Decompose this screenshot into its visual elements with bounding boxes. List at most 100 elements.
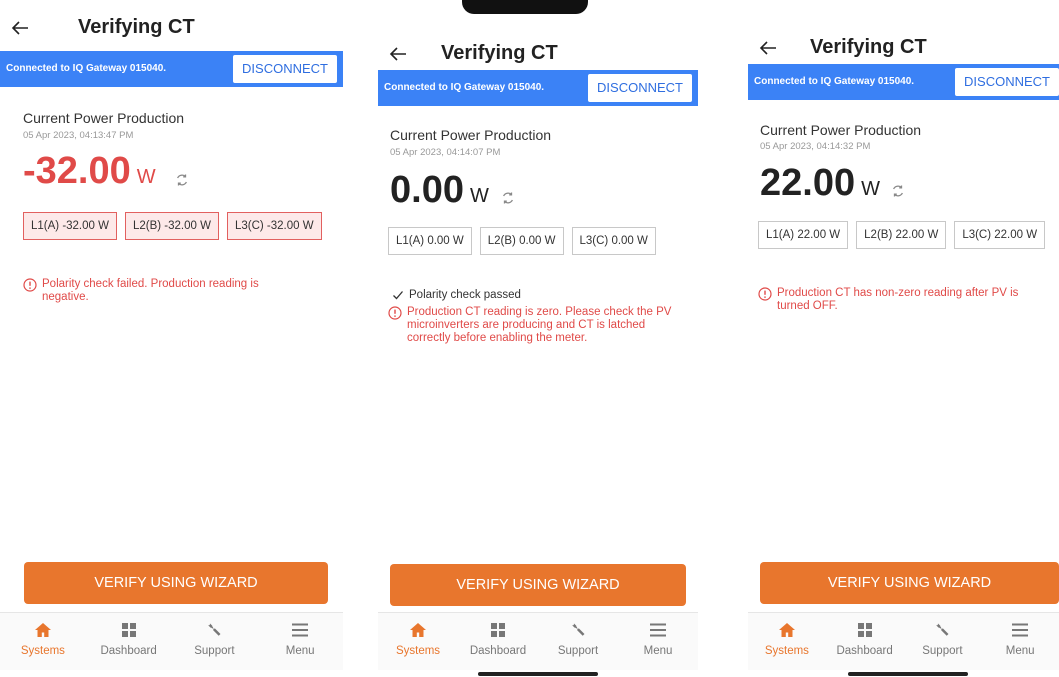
disconnect-button[interactable]: DISCONNECT [955, 68, 1059, 96]
page-title: Verifying CT [78, 16, 195, 38]
tab-menu-label: Menu [285, 645, 315, 657]
phase-l3-reading: L3(C) 0.00 W [571, 227, 656, 255]
wrench-icon [204, 621, 224, 639]
phase-l3-reading: L3(C) 22.00 W [954, 221, 1046, 249]
tab-dashboard[interactable]: Dashboard [86, 613, 172, 670]
menu-icon [290, 621, 310, 639]
phase-l2-reading: L2(B) -32.00 W [124, 212, 219, 240]
tab-menu[interactable]: Menu [618, 613, 698, 670]
production-label: Current Power Production [23, 110, 185, 126]
tab-systems[interactable]: Systems [0, 613, 86, 670]
production-timestamp: 05 Apr 2023, 04:14:07 PM [390, 147, 501, 158]
tab-dashboard-label: Dashboard [469, 645, 527, 657]
tab-support[interactable]: Support [904, 613, 982, 670]
tab-dashboard[interactable]: Dashboard [458, 613, 538, 670]
top-bar: Verifying CT [0, 8, 343, 48]
warning-icon [23, 278, 37, 292]
tab-support[interactable]: Support [538, 613, 618, 670]
back-arrow-icon[interactable] [386, 42, 410, 66]
connection-status-text: Connected to IQ Gateway 015040. [6, 63, 167, 74]
tab-dashboard-label: Dashboard [836, 645, 893, 657]
power-reading: 0.00 W [390, 169, 489, 213]
dashboard-icon [488, 621, 508, 639]
power-unit: W [861, 178, 880, 200]
warning-icon [388, 306, 402, 320]
home-icon [408, 621, 428, 639]
home-indicator [848, 672, 968, 676]
refresh-icon[interactable] [500, 190, 516, 206]
error-message-text: Production CT reading is zero. Please ch… [407, 306, 672, 344]
tab-systems-label: Systems [20, 645, 65, 657]
phase-l2-reading: L2(B) 0.00 W [479, 227, 564, 255]
tab-systems[interactable]: Systems [748, 613, 826, 670]
connection-banner: Connected to IQ Gateway 015040. DISCONNE… [0, 51, 343, 87]
tab-support-label: Support [557, 645, 599, 657]
menu-icon [1010, 621, 1030, 639]
verify-wizard-button[interactable]: VERIFY USING WIZARD [24, 562, 328, 604]
warning-icon [758, 287, 772, 301]
error-message-text: Production CT has non-zero reading after… [777, 287, 1019, 312]
phase-readings: L1(A) 0.00 W L2(B) 0.00 W L3(C) 0.00 W [388, 227, 656, 255]
power-value: 22.00 [760, 162, 856, 204]
tab-support[interactable]: Support [172, 613, 258, 670]
tab-menu[interactable]: Menu [257, 613, 343, 670]
tab-menu[interactable]: Menu [981, 613, 1059, 670]
connection-status-text: Connected to IQ Gateway 015040. [754, 76, 915, 87]
tab-systems[interactable]: Systems [378, 613, 458, 670]
screen-3: Verifying CT Connected to IQ Gateway 015… [748, 0, 1059, 677]
home-icon [777, 621, 797, 639]
home-icon [33, 621, 53, 639]
dashboard-icon [119, 621, 139, 639]
menu-icon [648, 621, 668, 639]
screen-1: Verifying CT Connected to IQ Gateway 015… [0, 0, 343, 677]
error-message: Production CT reading is zero. Please ch… [388, 306, 688, 345]
power-reading: 22.00 W [760, 162, 880, 206]
phase-l1-reading: L1(A) 0.00 W [388, 227, 472, 255]
production-timestamp: 05 Apr 2023, 04:14:32 PM [760, 141, 871, 152]
power-unit: W [469, 185, 489, 207]
phase-l3-reading: L3(C) -32.00 W [226, 212, 322, 240]
dashboard-icon [855, 621, 875, 639]
page-title: Verifying CT [441, 42, 558, 64]
connection-status-text: Connected to IQ Gateway 015040. [384, 82, 545, 93]
page-title: Verifying CT [810, 36, 927, 58]
connection-banner: Connected to IQ Gateway 015040. DISCONNE… [748, 64, 1059, 100]
tab-support-label: Support [194, 645, 235, 657]
top-bar: Verifying CT [748, 28, 1059, 68]
disconnect-button[interactable]: DISCONNECT [233, 55, 337, 83]
back-arrow-icon[interactable] [8, 16, 32, 40]
checkmark-icon [392, 289, 404, 301]
back-arrow-icon[interactable] [756, 36, 780, 60]
phase-l2-reading: L2(B) 22.00 W [856, 221, 947, 249]
tab-dashboard[interactable]: Dashboard [826, 613, 904, 670]
production-label: Current Power Production [760, 122, 922, 138]
power-value: 0.00 [390, 169, 464, 211]
tab-menu-label: Menu [643, 645, 673, 657]
tab-support-label: Support [922, 645, 963, 657]
power-unit: W [136, 166, 156, 188]
error-message-text: Polarity check failed. Production readin… [42, 278, 259, 303]
error-message: Polarity check failed. Production readin… [23, 278, 283, 304]
power-reading: -32.00 W [23, 150, 156, 194]
verify-wizard-button[interactable]: VERIFY USING WIZARD [760, 562, 1059, 604]
power-value: -32.00 [23, 150, 131, 192]
refresh-icon[interactable] [890, 183, 906, 199]
phase-l1-reading: L1(A) -32.00 W [23, 212, 117, 240]
disconnect-button[interactable]: DISCONNECT [588, 74, 692, 102]
phase-readings: L1(A) 22.00 W L2(B) 22.00 W L3(C) 22.00 … [758, 221, 1046, 249]
polarity-pass: Polarity check passed [392, 289, 521, 301]
tab-systems-label: Systems [764, 645, 809, 657]
screen-2: Verifying CT Connected to IQ Gateway 015… [378, 0, 698, 677]
connection-banner: Connected to IQ Gateway 015040. DISCONNE… [378, 70, 698, 106]
tab-menu-label: Menu [1005, 645, 1035, 657]
refresh-icon[interactable] [174, 172, 190, 188]
error-message: Production CT has non-zero reading after… [758, 287, 1048, 313]
production-timestamp: 05 Apr 2023, 04:13:47 PM [23, 130, 134, 141]
tab-systems-label: Systems [395, 645, 441, 657]
phase-l1-reading: L1(A) 22.00 W [758, 221, 849, 249]
phase-readings: L1(A) -32.00 W L2(B) -32.00 W L3(C) -32.… [23, 212, 322, 240]
wrench-icon [568, 621, 588, 639]
verify-wizard-button[interactable]: VERIFY USING WIZARD [390, 564, 686, 606]
tab-bar: Systems Dashboard Support Menu [748, 612, 1059, 670]
home-indicator [478, 672, 598, 676]
